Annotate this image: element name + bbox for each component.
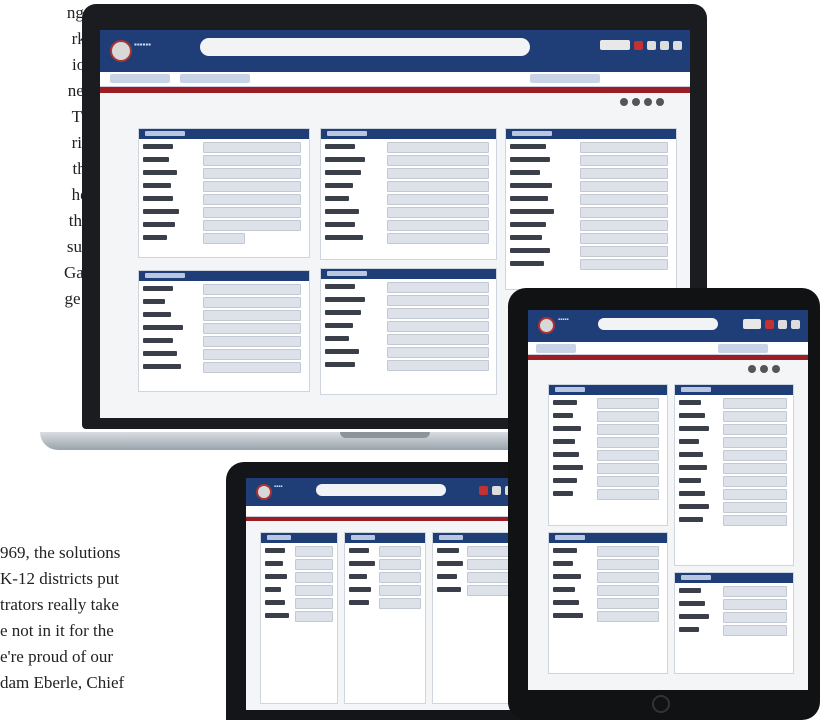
form-panel — [260, 532, 338, 704]
article-line: K-12 districts put — [0, 569, 119, 588]
header-toolbar — [743, 319, 800, 329]
print-icon[interactable] — [620, 98, 628, 106]
breadcrumb — [528, 360, 808, 378]
tab-bar — [246, 506, 522, 517]
form-panel — [320, 268, 497, 395]
article-line: 969, the solutions — [0, 543, 121, 562]
select-dropdown[interactable] — [718, 344, 768, 353]
form-panel — [548, 532, 668, 674]
app-header: ▪▪▪▪▪▪ — [100, 30, 690, 72]
app-logo[interactable]: ▪▪▪▪▪▪ — [110, 36, 200, 66]
home-icon[interactable] — [492, 486, 501, 495]
help-icon[interactable] — [673, 40, 682, 50]
refresh-icon[interactable] — [760, 365, 768, 373]
form-panel — [674, 572, 794, 674]
form-panel — [138, 128, 310, 258]
select-dropdown[interactable] — [530, 74, 600, 83]
article-line: e not in it for the — [0, 621, 114, 640]
app-header: ▪▪▪▪ — [246, 478, 522, 506]
printer-icon[interactable] — [765, 319, 774, 329]
form-panel — [432, 532, 516, 704]
user-menu-icon[interactable] — [743, 319, 761, 329]
article-line: trators really take — [0, 595, 119, 614]
tab-item[interactable] — [110, 74, 170, 83]
form-panel — [344, 532, 426, 704]
search-bar[interactable] — [200, 38, 530, 56]
article-text-bottom: 969, the solutions K-12 districts put tr… — [0, 540, 124, 696]
tab-bar — [528, 342, 808, 355]
tab-item[interactable] — [536, 344, 576, 353]
settings-icon[interactable] — [660, 40, 669, 50]
home-icon[interactable] — [647, 40, 656, 50]
tab-bar — [100, 72, 690, 87]
tab-item[interactable] — [180, 74, 250, 83]
form-panel — [138, 270, 310, 392]
home-icon[interactable] — [778, 319, 787, 329]
article-line: dam Eberle, Chief — [0, 673, 125, 692]
form-panel — [505, 128, 677, 290]
form-panel — [320, 128, 497, 260]
laptop-hinge — [340, 432, 430, 438]
search-bar[interactable] — [598, 318, 718, 330]
settings-icon[interactable] — [644, 98, 652, 106]
user-menu-icon[interactable] — [600, 40, 630, 50]
help-icon[interactable] — [656, 98, 664, 106]
status-strip — [246, 517, 522, 521]
print-icon[interactable] — [748, 365, 756, 373]
settings-icon[interactable] — [791, 319, 800, 329]
breadcrumb — [100, 93, 690, 111]
refresh-icon[interactable] — [632, 98, 640, 106]
small-tablet-screen: ▪▪▪▪ — [246, 478, 522, 710]
tablet-screen: ▪▪▪▪▪ — [528, 310, 808, 690]
printer-icon[interactable] — [634, 40, 643, 50]
app-header: ▪▪▪▪▪ — [528, 310, 808, 342]
search-bar[interactable] — [316, 484, 446, 496]
home-button[interactable] — [652, 695, 670, 713]
printer-icon[interactable] — [479, 486, 488, 495]
article-line: e're proud of our — [0, 647, 114, 666]
header-toolbar — [600, 40, 682, 50]
settings-icon[interactable] — [772, 365, 780, 373]
form-panel — [548, 384, 668, 526]
form-panel — [674, 384, 794, 566]
